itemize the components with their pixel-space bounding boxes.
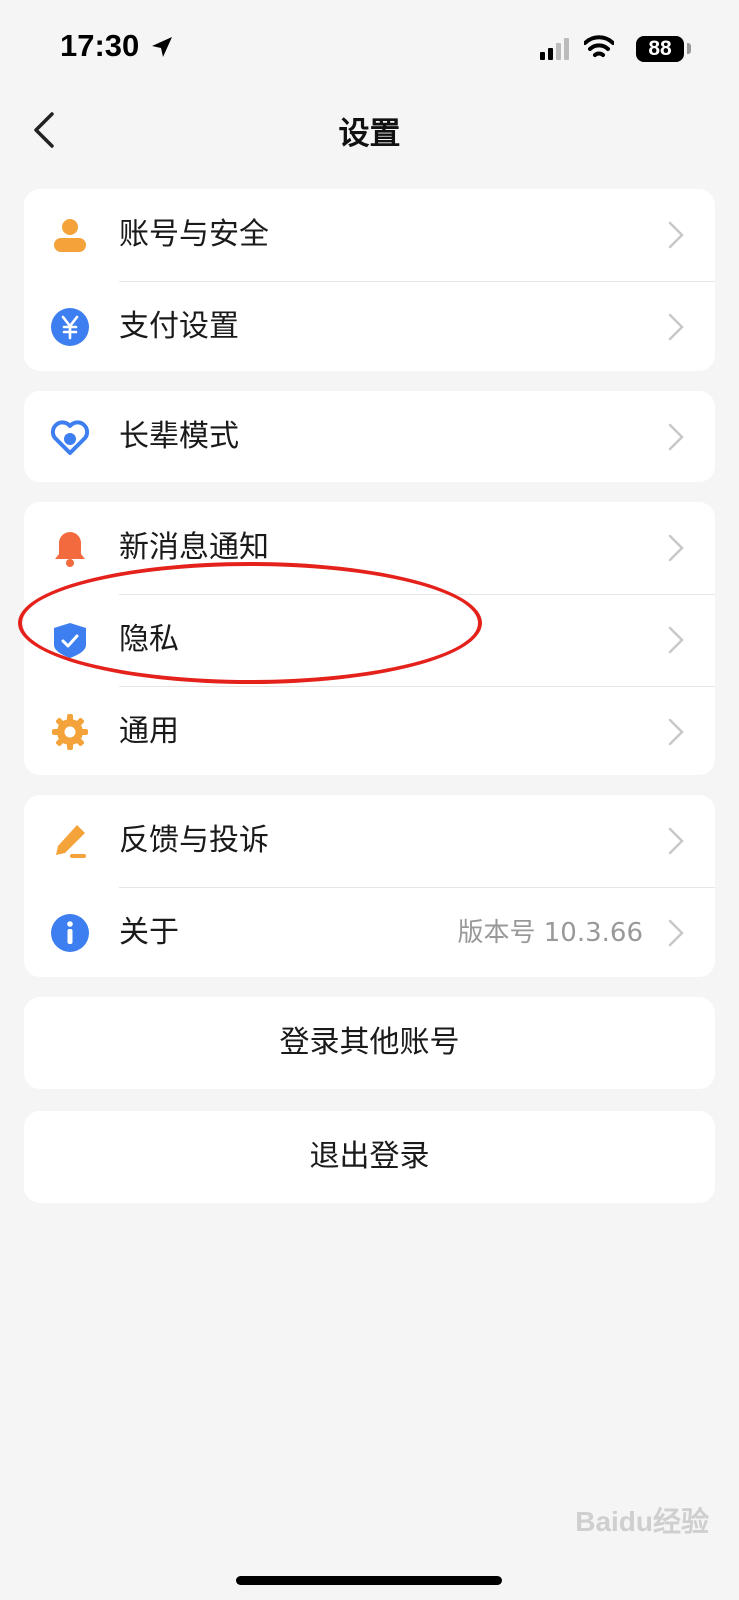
chevron-right-icon: [668, 626, 684, 654]
status-time: 17:30: [60, 28, 140, 63]
settings-item-label: 隐私: [119, 622, 179, 657]
settings-item-feedback[interactable]: 反馈与投诉: [24, 795, 715, 887]
baidu-watermark: Baidu经验: [575, 1506, 709, 1537]
settings-item-notifications[interactable]: 新消息通知: [24, 502, 715, 594]
status-bar: 17:30 88: [0, 0, 739, 96]
heart-icon: [50, 420, 90, 455]
settings-item-label: 通用: [119, 714, 179, 749]
settings-item-payment[interactable]: 支付设置: [24, 281, 715, 373]
settings-item-label: 支付设置: [119, 309, 239, 344]
battery-cap: [687, 43, 691, 54]
chevron-right-icon: [668, 534, 684, 562]
signal-icon: [540, 38, 569, 60]
settings-group-elder: 长辈模式: [24, 391, 715, 482]
settings-group-general: 新消息通知 隐私 通用: [24, 502, 715, 775]
settings-item-label: 关于: [119, 915, 179, 950]
divider: [119, 594, 715, 595]
nav-bar: 设置: [0, 96, 739, 166]
settings-item-general[interactable]: 通用: [24, 686, 715, 778]
settings-item-about[interactable]: 关于 版本号 10.3.66: [24, 887, 715, 979]
switch-account-button[interactable]: 登录其他账号: [24, 997, 715, 1089]
settings-item-label: 反馈与投诉: [119, 823, 269, 858]
chevron-right-icon: [668, 827, 684, 855]
chevron-right-icon: [668, 313, 684, 341]
battery-level: 88: [648, 37, 672, 60]
bell-icon: [55, 532, 85, 567]
divider: [119, 686, 715, 687]
chevron-right-icon: [668, 423, 684, 451]
settings-group-support: 反馈与投诉 关于 版本号 10.3.66: [24, 795, 715, 977]
chevron-right-icon: [668, 718, 684, 746]
settings-item-account-security[interactable]: 账号与安全: [24, 189, 715, 281]
settings-item-elder-mode[interactable]: 长辈模式: [24, 391, 715, 483]
user-icon: [54, 219, 86, 252]
chevron-right-icon: [668, 919, 684, 947]
info-icon: [51, 914, 89, 952]
page-title: 设置: [338, 116, 401, 152]
pencil-icon: [56, 825, 86, 858]
location-arrow-icon: [152, 37, 172, 57]
wifi-icon: [584, 35, 614, 57]
settings-item-label: 账号与安全: [119, 217, 269, 252]
logout-button[interactable]: 退出登录: [24, 1111, 715, 1203]
home-indicator[interactable]: [236, 1576, 502, 1585]
gear-icon: [52, 714, 88, 750]
version-label: 版本号 10.3.66: [457, 918, 643, 948]
settings-item-privacy[interactable]: 隐私: [24, 594, 715, 686]
battery-indicator: 88: [636, 36, 684, 62]
settings-group-account: 账号与安全 支付设置: [24, 189, 715, 371]
settings-item-label: 长辈模式: [119, 419, 239, 454]
shield-check-icon: [54, 623, 86, 658]
chevron-right-icon: [668, 221, 684, 249]
settings-item-label: 新消息通知: [119, 530, 269, 565]
yuan-icon: [51, 308, 89, 346]
